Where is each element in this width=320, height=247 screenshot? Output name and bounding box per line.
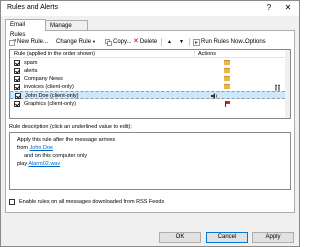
flag-icon [224, 101, 230, 107]
rule-row[interactable]: Company News [10, 75, 290, 83]
rule-row[interactable]: alerts [10, 67, 290, 75]
rules-list-header: Rule (applied in the order shown) Action… [10, 50, 290, 58]
tab-manage-alerts[interactable]: Manage Alerts [45, 20, 88, 39]
speaker-icon [211, 93, 219, 99]
header-rule-column[interactable]: Rule (applied in the order shown) [14, 50, 95, 58]
delete-icon: ✕ [133, 38, 139, 45]
tab-email-rules[interactable]: Email Rules [5, 19, 46, 38]
copy-label: Copy... [113, 39, 132, 45]
copy-button[interactable]: Copy... [105, 37, 132, 47]
rule-name: Company News [24, 76, 63, 82]
window-title: Rules and Alerts [7, 4, 58, 11]
description-prefix: from [17, 145, 30, 151]
folder-icon [224, 76, 230, 81]
cancel-button[interactable]: Cancel [206, 232, 248, 243]
move-down-button[interactable]: ▼ [179, 37, 184, 47]
options-button[interactable]: Options [245, 37, 266, 47]
rule-enabled-checkbox[interactable] [14, 76, 20, 82]
rule-row[interactable]: spam [10, 59, 290, 67]
delete-button[interactable]: ✕ Delete [133, 37, 157, 47]
change-rule-button[interactable]: Change Rule ▼ [56, 37, 96, 47]
rule-row[interactable]: invoices (client-only) [10, 83, 290, 91]
change-rule-label: Change Rule [56, 39, 92, 45]
rules-toolbar: New Rule... Change Rule ▼ Copy... ✕ Dele… [9, 37, 293, 47]
rule-description-label: Rule description (click an underlined va… [9, 124, 132, 130]
help-button[interactable]: ? [261, 2, 277, 14]
rule-enabled-checkbox[interactable] [14, 84, 20, 90]
chevron-down-icon: ▼ [92, 39, 96, 44]
sound-file-link[interactable]: Alarm02.wav [28, 161, 60, 167]
folder-icon [224, 84, 230, 89]
move-up-button[interactable]: ▲ [167, 37, 172, 47]
header-actions-column[interactable]: Actions [194, 50, 290, 58]
sender-link[interactable]: John Doe [30, 145, 54, 151]
rules-list-scrollbar[interactable] [285, 50, 290, 118]
person-icon [274, 84, 282, 91]
rule-row[interactable]: Graphics (client-only) [10, 100, 290, 108]
rule-name: spam [24, 60, 38, 66]
description-prefix: play [17, 161, 29, 167]
title-bar: Rules and Alerts ? ✕ [1, 1, 299, 16]
delete-label: Delete [139, 39, 158, 45]
run-rules-now-button[interactable]: Run Rules Now... [193, 37, 247, 47]
rule-enabled-checkbox[interactable] [14, 68, 20, 74]
rule-name: alerts [24, 68, 38, 74]
run-rules-label: Run Rules Now... [201, 39, 248, 45]
rss-checkbox[interactable] [9, 199, 15, 205]
rules-list[interactable]: Rule (applied in the order shown) Action… [9, 49, 291, 119]
rss-label[interactable]: Enable rules on all messages downloaded … [19, 198, 164, 206]
toolbar-separator [161, 38, 162, 46]
description-line: Apply this rule after the message arrive… [17, 137, 116, 143]
rule-enabled-checkbox[interactable] [15, 93, 21, 99]
toolbar-separator [189, 38, 190, 46]
rule-name: Graphics (client-only) [24, 101, 76, 107]
description-line: play Alarm02.wav [17, 160, 283, 168]
rule-name: John Doe (client-only) [25, 93, 79, 99]
apply-button[interactable]: Apply [252, 232, 294, 243]
close-button[interactable]: ✕ [280, 2, 296, 14]
description-line: from John Doe [17, 144, 283, 152]
ok-button[interactable]: OK [159, 232, 201, 243]
rule-description-box: Apply this rule after the message arrive… [9, 132, 291, 190]
rule-name: invoices (client-only) [24, 84, 74, 90]
rule-row-selected[interactable]: John Doe (client-only) [10, 91, 290, 99]
run-rules-icon [193, 38, 200, 46]
copy-icon [105, 38, 112, 46]
folder-icon [224, 68, 230, 73]
folder-icon [224, 60, 230, 65]
rule-enabled-checkbox[interactable] [14, 60, 20, 66]
rules-and-alerts-dialog: Rules and Alerts ? ✕ Email Rules Manage … [0, 0, 300, 247]
description-line: and on this computer only [24, 153, 87, 159]
rule-enabled-checkbox[interactable] [14, 101, 20, 107]
